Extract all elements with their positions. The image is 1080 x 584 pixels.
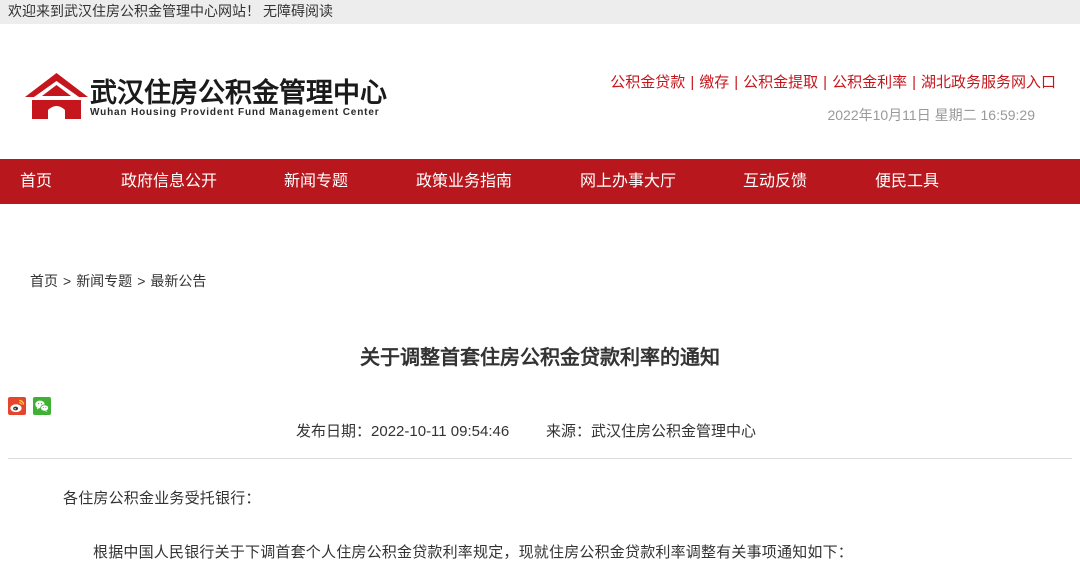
article-source: 来源：武汉住房公积金管理中心 xyxy=(546,422,756,442)
weibo-icon xyxy=(8,397,26,415)
quick-link-loan[interactable]: 公积金贷款 xyxy=(610,74,685,91)
article-title: 关于调整首套住房公积金贷款利率的通知 xyxy=(360,347,720,369)
nav-item-online-services[interactable]: 网上办事大厅 xyxy=(580,159,676,204)
breadcrumb-latest-notice[interactable]: 最新公告 xyxy=(150,273,206,289)
link-separator: | xyxy=(823,74,828,91)
house-logo-icon xyxy=(25,73,88,119)
current-datetime: 2022年10月11日 星期二 16:59:29 xyxy=(827,107,1035,123)
quick-link-withdrawal[interactable]: 公积金提取 xyxy=(743,74,818,91)
breadcrumb-separator: > xyxy=(63,273,72,289)
nav-item-convenience-tools[interactable]: 便民工具 xyxy=(875,159,939,204)
logo-subtitle: Wuhan Housing Provident Fund Management … xyxy=(90,107,380,118)
link-separator: | xyxy=(734,74,739,91)
header-quick-links: 公积金贷款 | 缴存 | 公积金提取 | 公积金利率 | 湖北政务服务网入口 xyxy=(610,73,1056,93)
breadcrumb-separator: > xyxy=(137,273,146,289)
main-nav: 首页 政府信息公开 新闻专题 政策业务指南 网上办事大厅 互动反馈 便民工具 xyxy=(0,159,1080,204)
share-bar xyxy=(8,397,58,415)
breadcrumb-news[interactable]: 新闻专题 xyxy=(76,273,132,289)
nav-item-news[interactable]: 新闻专题 xyxy=(284,159,348,204)
welcome-message: 欢迎来到武汉住房公积金管理中心网站！ xyxy=(8,3,260,19)
source-label: 来源： xyxy=(546,423,592,440)
top-welcome-bar: 欢迎来到武汉住房公积金管理中心网站！ 无障碍阅读 xyxy=(0,0,1080,24)
wechat-share-button[interactable] xyxy=(33,397,51,415)
quick-link-hubei-gov-service[interactable]: 湖北政务服务网入口 xyxy=(921,74,1056,91)
quick-link-deposit[interactable]: 缴存 xyxy=(699,74,729,91)
article-paragraph: 根据中国人民银行关于下调首套个人住房公积金贷款利率规定，现就住房公积金贷款利率调… xyxy=(93,544,854,561)
nav-item-interaction-feedback[interactable]: 互动反馈 xyxy=(743,159,807,204)
wechat-icon xyxy=(33,397,51,415)
quick-link-interest-rate[interactable]: 公积金利率 xyxy=(832,74,907,91)
nav-item-gov-info-disclosure[interactable]: 政府信息公开 xyxy=(121,159,217,204)
nav-item-home[interactable]: 首页 xyxy=(20,159,52,204)
weibo-share-button[interactable] xyxy=(8,397,26,415)
link-separator: | xyxy=(690,74,695,91)
nav-item-policy-guide[interactable]: 政策业务指南 xyxy=(416,159,512,204)
accessibility-reading-link[interactable]: 无障碍阅读 xyxy=(263,3,333,19)
breadcrumb: 首页 > 新闻专题 > 最新公告 xyxy=(30,271,206,291)
welcome-text-row: 欢迎来到武汉住房公积金管理中心网站！ 无障碍阅读 xyxy=(8,0,333,24)
publish-date-value: 2022-10-11 09:54:46 xyxy=(371,423,510,440)
site-logo[interactable]: 武汉住房公积金管理中心 Wuhan Housing Provident Fund… xyxy=(25,72,391,120)
publish-date-label: 发布日期： xyxy=(296,423,372,440)
logo-title: 武汉住房公积金管理中心 xyxy=(90,78,387,108)
breadcrumb-home[interactable]: 首页 xyxy=(30,273,58,289)
publish-date: 发布日期：2022-10-11 09:54:46 xyxy=(296,422,509,442)
article-divider xyxy=(8,458,1072,459)
article-salutation: 各住房公积金业务受托银行： xyxy=(63,490,261,507)
source-value: 武汉住房公积金管理中心 xyxy=(591,423,757,440)
link-separator: | xyxy=(912,74,916,91)
